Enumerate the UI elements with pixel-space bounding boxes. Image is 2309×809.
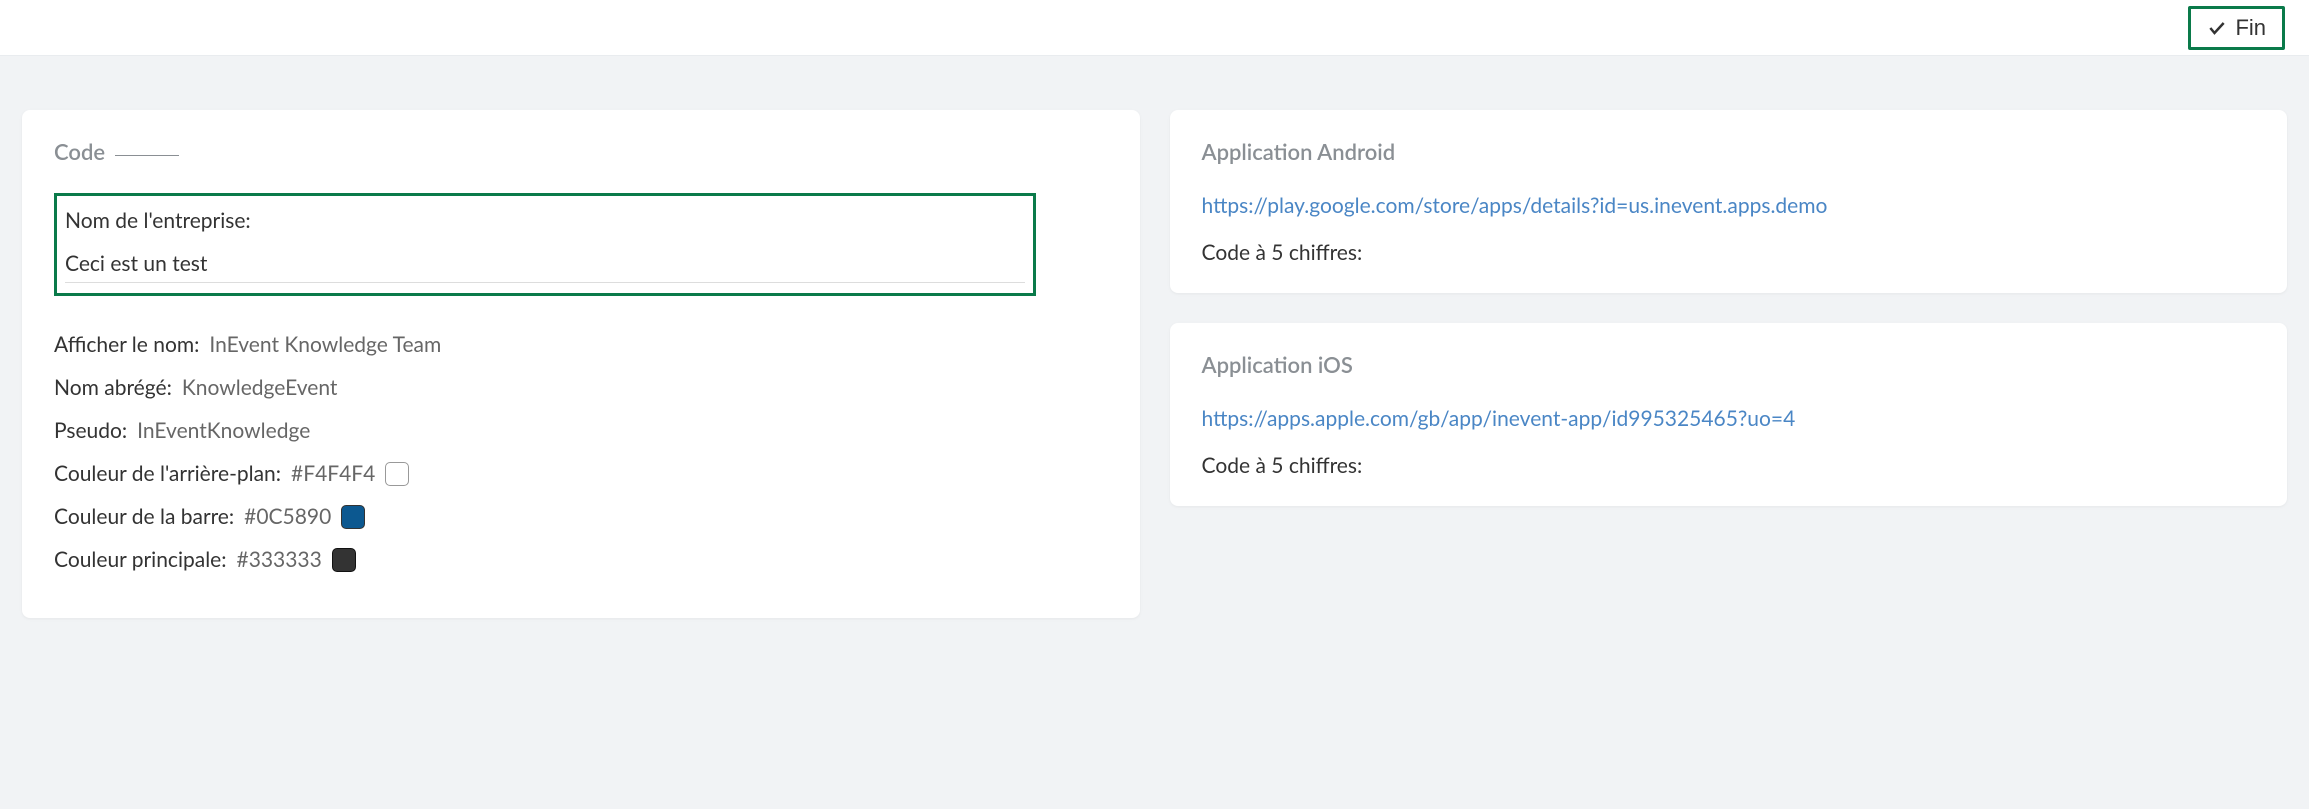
left-column: Code Nom de l'entreprise: Afficher le no…: [22, 110, 1140, 618]
check-icon: [2207, 18, 2227, 38]
company-name-highlight: Nom de l'entreprise:: [54, 193, 1036, 296]
short-name-label: Nom abrégé:: [54, 375, 172, 400]
ios-card-title: Application iOS: [1202, 351, 2256, 378]
main-color-row[interactable]: Couleur principale: #333333: [54, 547, 1108, 572]
ios-card: Application iOS https://apps.apple.com/g…: [1170, 323, 2288, 506]
finish-button-label: Fin: [2235, 15, 2266, 41]
short-name-row[interactable]: Nom abrégé: KnowledgeEvent: [54, 375, 1108, 400]
code-title-text: Code: [54, 138, 105, 165]
right-column: Application Android https://play.google.…: [1170, 110, 2288, 618]
bar-color-swatch[interactable]: [341, 505, 365, 529]
finish-button[interactable]: Fin: [2188, 6, 2285, 50]
android-link[interactable]: https://play.google.com/store/apps/detai…: [1202, 193, 2256, 218]
android-card-title: Application Android: [1202, 138, 2256, 165]
ios-link[interactable]: https://apps.apple.com/gb/app/inevent-ap…: [1202, 406, 2256, 431]
android-code-label: Code à 5 chiffres:: [1202, 240, 2256, 265]
main-color-value: #333333: [237, 547, 322, 572]
bg-color-label: Couleur de l'arrière-plan:: [54, 461, 281, 486]
content-area: Code Nom de l'entreprise: Afficher le no…: [0, 56, 2309, 618]
ios-code-label: Code à 5 chiffres:: [1202, 453, 2256, 478]
main-color-label: Couleur principale:: [54, 547, 227, 572]
bg-color-swatch[interactable]: [385, 462, 409, 486]
short-name-value: KnowledgeEvent: [182, 375, 338, 400]
pseudo-value: InEventKnowledge: [137, 418, 310, 443]
bar-color-label: Couleur de la barre:: [54, 504, 234, 529]
display-name-row[interactable]: Afficher le nom: InEvent Knowledge Team: [54, 332, 1108, 357]
bg-color-row[interactable]: Couleur de l'arrière-plan: #F4F4F4: [54, 461, 1108, 486]
bar-color-value: #0C5890: [244, 504, 331, 529]
android-card: Application Android https://play.google.…: [1170, 110, 2288, 293]
company-name-label: Nom de l'entreprise:: [65, 208, 1025, 233]
topbar: Fin: [0, 0, 2309, 56]
code-card: Code Nom de l'entreprise: Afficher le no…: [22, 110, 1140, 618]
display-name-label: Afficher le nom:: [54, 332, 199, 357]
main-color-swatch[interactable]: [332, 548, 356, 572]
bg-color-value: #F4F4F4: [291, 461, 375, 486]
code-card-title: Code: [54, 138, 1108, 165]
code-title-underline: [115, 148, 179, 156]
display-name-value: InEvent Knowledge Team: [209, 332, 441, 357]
pseudo-label: Pseudo:: [54, 418, 127, 443]
bar-color-row[interactable]: Couleur de la barre: #0C5890: [54, 504, 1108, 529]
company-name-input[interactable]: [65, 245, 1025, 283]
pseudo-row[interactable]: Pseudo: InEventKnowledge: [54, 418, 1108, 443]
